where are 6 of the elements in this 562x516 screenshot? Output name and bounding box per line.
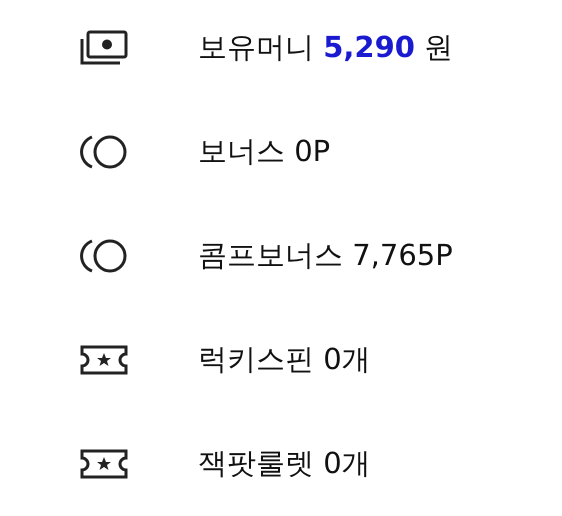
asset-label: 보너스 0P xyxy=(198,133,330,170)
asset-label: 잭팟룰렛 0개 xyxy=(198,445,371,482)
money-icon xyxy=(78,29,130,67)
asset-label: 럭키스핀 0개 xyxy=(198,341,371,378)
asset-label: 콤프보너스 7,765P xyxy=(198,237,453,274)
asset-label: 보유머니 5,290 원 xyxy=(198,29,454,66)
